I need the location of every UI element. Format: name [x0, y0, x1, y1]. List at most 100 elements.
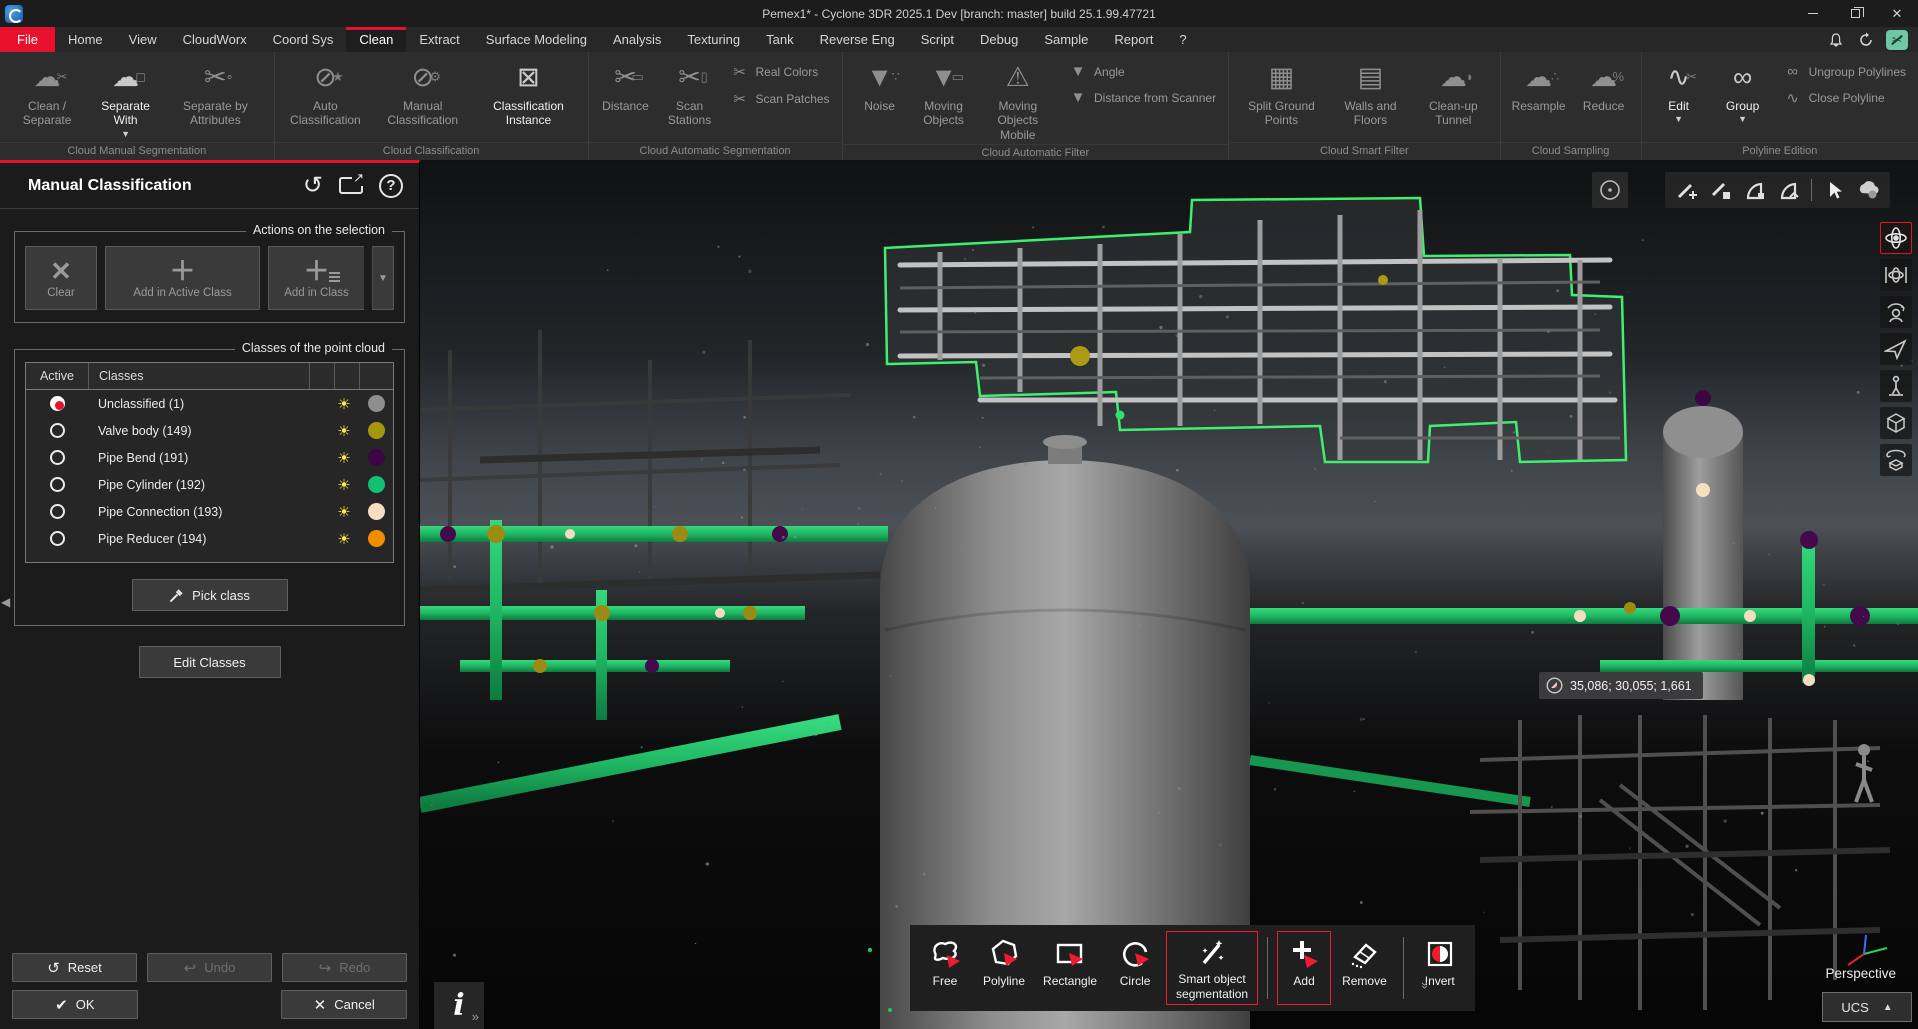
sync-icon[interactable]: [1856, 30, 1876, 50]
reset-button[interactable]: ↺ Reset: [12, 953, 137, 982]
class-row[interactable]: Pipe Bend (191) ☀: [26, 444, 393, 471]
ungroup-polylines-button[interactable]: ∞ Ungroup Polylines: [1784, 63, 1906, 80]
point-cloud-scene[interactable]: [420, 160, 1918, 1029]
active-class-radio[interactable]: [50, 396, 65, 411]
measure-add-icon[interactable]: [1673, 176, 1701, 204]
class-color-swatch[interactable]: [368, 449, 385, 466]
circle-selection-button[interactable]: Circle: [1108, 931, 1162, 1005]
menu-view[interactable]: View: [116, 27, 170, 52]
menu-surface-modeling[interactable]: Surface Modeling: [473, 27, 600, 52]
add-in-active-class-button[interactable]: ＋ Add in Active Class: [105, 246, 260, 310]
class-color-swatch[interactable]: [368, 503, 385, 520]
add-in-class-dropdown[interactable]: ▼: [372, 246, 394, 310]
reduce-button[interactable]: ☁% Reduce: [1573, 55, 1635, 142]
menu-sample[interactable]: Sample: [1031, 27, 1101, 52]
expand-info-chevron[interactable]: »: [472, 1010, 479, 1023]
walk-mode-icon[interactable]: [1880, 370, 1912, 402]
menu-debug[interactable]: Debug: [967, 27, 1031, 52]
remove-from-selection-button[interactable]: Remove: [1335, 931, 1394, 1005]
free-selection-button[interactable]: Free: [918, 931, 972, 1005]
menu-cloudworx[interactable]: CloudWorx: [170, 27, 260, 52]
active-class-radio[interactable]: [50, 531, 65, 546]
minimize-button[interactable]: [1792, 0, 1834, 27]
clean-up-tunnel-button[interactable]: ☁◗ Clean-up Tunnel: [1413, 55, 1494, 142]
viewport-3d[interactable]: 35,086; 30,055; 1,661 Free Polyline Rect…: [420, 160, 1918, 1029]
add-in-class-button[interactable]: ＋ Add in Class: [268, 246, 364, 310]
manual-classification-button[interactable]: ⊘⚙ Manual Classification: [372, 55, 473, 142]
edit-polyline-button[interactable]: ∿✂ Edit ▼: [1648, 55, 1710, 142]
look-around-icon[interactable]: [1880, 296, 1912, 328]
ucs-button[interactable]: UCS ▲: [1822, 992, 1912, 1022]
active-class-radio[interactable]: [50, 504, 65, 519]
clear-button[interactable]: ✕ Clear: [25, 246, 97, 310]
real-colors-button[interactable]: ✂ Real Colors: [731, 63, 830, 81]
select-cloud-icon[interactable]: [1854, 176, 1882, 204]
edit-classes-button[interactable]: Edit Classes: [139, 646, 281, 678]
pick-class-button[interactable]: Pick class: [132, 579, 288, 611]
visibility-bulb-icon[interactable]: ☀: [329, 395, 359, 413]
measure-cube-icon[interactable]: [1707, 176, 1735, 204]
detach-panel-icon[interactable]: [339, 177, 363, 194]
active-class-radio[interactable]: [50, 423, 65, 438]
undo-button[interactable]: ↩ Undo: [147, 953, 272, 982]
menu-home[interactable]: Home: [55, 27, 116, 52]
distance-button[interactable]: ✂▭ Distance: [595, 55, 657, 142]
classification-instance-button[interactable]: ⊠ Classification Instance: [475, 55, 581, 142]
scan-stations-button[interactable]: ✂▯ Scan Stations: [659, 55, 721, 142]
angle-cube-icon[interactable]: [1741, 176, 1769, 204]
split-ground-points-button[interactable]: ▦ Split Ground Points: [1235, 55, 1328, 142]
fly-mode-icon[interactable]: [1880, 333, 1912, 365]
close-polyline-button[interactable]: ∿ Close Polyline: [1784, 89, 1906, 107]
constrained-orbit-icon[interactable]: [1880, 259, 1912, 291]
projection-label[interactable]: Perspective: [1825, 966, 1896, 981]
invert-selection-button[interactable]: Invert: [1413, 931, 1467, 1005]
info-button[interactable]: i »: [434, 982, 484, 1029]
separate-with-button[interactable]: ☁◻ Separate With ▼: [90, 55, 161, 142]
visibility-bulb-icon[interactable]: ☀: [329, 530, 359, 548]
clean-separate-button[interactable]: ☁✂ Clean / Separate: [6, 55, 88, 142]
class-row[interactable]: Pipe Cylinder (192) ☀: [26, 471, 393, 498]
class-row[interactable]: Valve body (149) ☀: [26, 417, 393, 444]
close-button[interactable]: ✕: [1876, 0, 1918, 27]
menu-analysis[interactable]: Analysis: [600, 27, 674, 52]
view-cube-icon[interactable]: [1880, 407, 1912, 439]
auto-classification-button[interactable]: ⊘★ Auto Classification: [281, 55, 370, 142]
class-color-swatch[interactable]: [368, 530, 385, 547]
notifications-bell-icon[interactable]: [1826, 30, 1846, 50]
angle-polyline-icon[interactable]: [1775, 176, 1803, 204]
menu-tank[interactable]: Tank: [753, 27, 806, 52]
select-cursor-icon[interactable]: [1820, 176, 1848, 204]
toolbar-expand-chevron[interactable]: »: [1418, 982, 1433, 989]
scan-patches-button[interactable]: ✂ Scan Patches: [731, 90, 830, 108]
visibility-bulb-icon[interactable]: ☀: [329, 422, 359, 440]
class-row[interactable]: Pipe Reducer (194) ☀: [26, 525, 393, 552]
history-icon[interactable]: ↺: [303, 174, 323, 198]
smart-object-segmentation-button[interactable]: Smart object segmentation: [1166, 931, 1258, 1005]
class-color-swatch[interactable]: [368, 395, 385, 412]
distance-from-scanner-button[interactable]: ▼ Distance from Scanner: [1069, 89, 1216, 106]
restore-button[interactable]: [1834, 0, 1876, 27]
moving-objects-mobile-button[interactable]: ⚠ Moving Objects Mobile: [977, 55, 1059, 144]
class-color-swatch[interactable]: [368, 476, 385, 493]
menu-help[interactable]: ?: [1166, 27, 1199, 52]
visibility-bulb-icon[interactable]: ☀: [329, 449, 359, 467]
class-row[interactable]: Unclassified (1) ☀: [26, 390, 393, 417]
walls-and-floors-button[interactable]: ▤ Walls and Floors: [1330, 55, 1411, 142]
angle-button[interactable]: ▼ Angle: [1069, 63, 1216, 80]
visibility-bulb-icon[interactable]: ☀: [329, 476, 359, 494]
compass-icon[interactable]: [1592, 172, 1628, 208]
active-class-radio[interactable]: [50, 450, 65, 465]
redo-button[interactable]: ↪ Redo: [282, 953, 407, 982]
noise-button[interactable]: ▼∵ Noise: [849, 55, 911, 144]
cut-disabled-toggle-icon[interactable]: ✂: [1886, 30, 1908, 50]
turntable-icon[interactable]: [1880, 444, 1912, 476]
menu-file[interactable]: File: [0, 27, 55, 52]
ok-button[interactable]: ✔ OK: [12, 990, 138, 1019]
active-class-radio[interactable]: [50, 477, 65, 492]
menu-script[interactable]: Script: [908, 27, 967, 52]
group-polylines-button[interactable]: ∞ Group ▼: [1712, 55, 1774, 142]
menu-extract[interactable]: Extract: [406, 27, 472, 52]
separate-by-attributes-button[interactable]: ✂∘ Separate by Attributes: [163, 55, 268, 142]
polyline-selection-button[interactable]: Polyline: [976, 931, 1032, 1005]
moving-objects-button[interactable]: ▼▭ Moving Objects: [913, 55, 975, 144]
